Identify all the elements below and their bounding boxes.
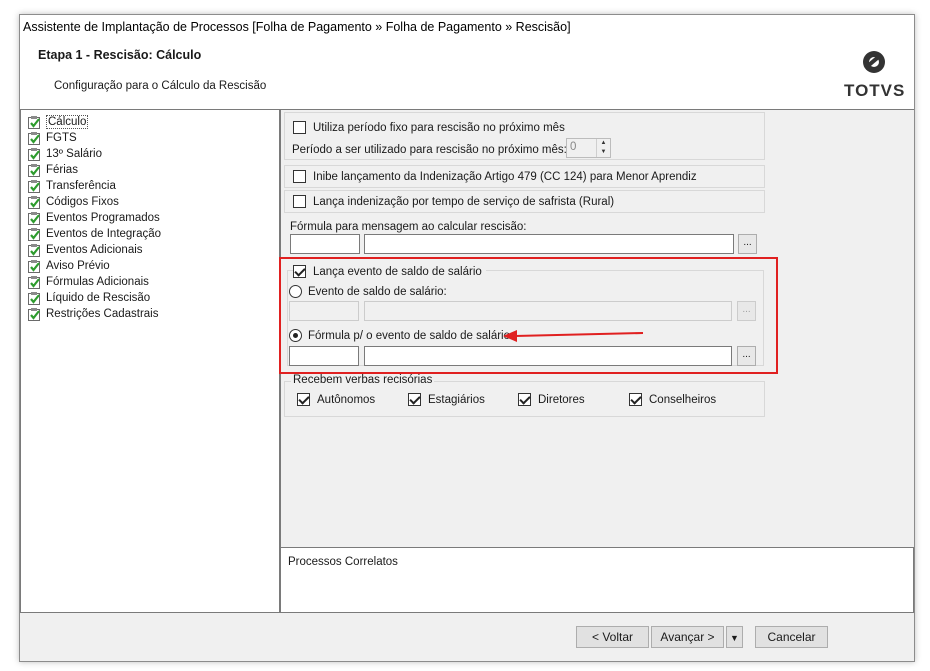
- recebem-checkbox[interactable]: Diretores: [518, 393, 585, 406]
- formula-msg-browse-button[interactable]: ...: [738, 234, 757, 254]
- checklist-icon: [28, 291, 41, 305]
- periodo-fixo-checkbox[interactable]: Utiliza período fixo para rescisão no pr…: [293, 121, 565, 134]
- tree-item-label: Fórmulas Adicionais: [46, 276, 149, 288]
- inibe-checkbox[interactable]: Inibe lançamento da Indenização Artigo 4…: [293, 170, 697, 183]
- tree-item[interactable]: Transferência: [28, 178, 279, 194]
- tree-item[interactable]: Férias: [28, 162, 279, 178]
- next-dropdown-button[interactable]: ▼: [726, 626, 743, 648]
- arrow-down-icon: ▼: [730, 633, 739, 643]
- inibe-box[interactable]: [293, 170, 306, 183]
- tree-item-label: Aviso Prévio: [46, 260, 110, 272]
- checklist-icon: [28, 195, 41, 209]
- checklist-icon: [28, 227, 41, 241]
- tree-item[interactable]: Códigos Fixos: [28, 194, 279, 210]
- tree-item-label: Cálculo: [46, 115, 89, 129]
- cancel-button[interactable]: Cancelar: [755, 626, 828, 648]
- tree-item[interactable]: 13º Salário: [28, 146, 279, 162]
- step-subtitle: Configuração para o Cálculo da Rescisão: [54, 80, 267, 92]
- tree-item[interactable]: FGTS: [28, 130, 279, 146]
- spinner-buttons[interactable]: ▲ ▼: [596, 139, 610, 157]
- tree-item-label: FGTS: [46, 132, 77, 144]
- step-title: Etapa 1 - Rescisão: Cálculo: [38, 48, 202, 62]
- tree-item-label: Férias: [46, 164, 78, 176]
- checklist-icon: [28, 275, 41, 289]
- formula-msg-desc-input[interactable]: [364, 234, 734, 254]
- recebem-checkbox[interactable]: Conselheiros: [629, 393, 716, 406]
- totvs-logo: TOTVS: [844, 49, 904, 101]
- wizard-header: Etapa 1 - Rescisão: Cálculo Configuração…: [20, 41, 914, 110]
- tree-item[interactable]: Restrições Cadastrais: [28, 306, 279, 322]
- spin-down-icon[interactable]: ▼: [597, 148, 610, 157]
- checklist-icon: [28, 147, 41, 161]
- checklist-icon: [28, 307, 41, 321]
- checklist-icon: [28, 179, 41, 193]
- recebem-checkbox-box[interactable]: [408, 393, 421, 406]
- recebem-legend: Recebem verbas recisórias: [291, 374, 435, 386]
- periodo-spinner[interactable]: 0 ▲ ▼: [566, 138, 611, 158]
- periodo-fixo-label: Utiliza período fixo para rescisão no pr…: [313, 121, 565, 134]
- tree-item[interactable]: Eventos Adicionais: [28, 242, 279, 258]
- safrista-label: Lança indenização por tempo de serviço d…: [313, 195, 615, 208]
- periodo-fixo-box[interactable]: [293, 121, 306, 134]
- checklist-icon: [28, 211, 41, 225]
- tree-item[interactable]: Eventos Programados: [28, 210, 279, 226]
- highlight-box: [279, 257, 778, 374]
- checklist-icon: [28, 131, 41, 145]
- next-button[interactable]: Avançar >: [651, 626, 724, 648]
- related-processes-panel: Processos Correlatos: [280, 547, 914, 613]
- checklist-icon: [28, 163, 41, 177]
- tree-item-label: Códigos Fixos: [46, 196, 119, 208]
- steps-tree: Cálculo FGTS 13º Salário Férias Transferênci…: [20, 109, 280, 613]
- periodo-label: Período a ser utilizado para rescisão no…: [292, 144, 567, 156]
- totvs-logo-icon: [863, 51, 885, 73]
- recebem-checkbox-label: Autônomos: [317, 393, 376, 406]
- tree-item[interactable]: Líquido de Rescisão: [28, 290, 279, 306]
- window-title: Assistente de Implantação de Processos […: [20, 15, 914, 41]
- recebem-checkbox-box[interactable]: [629, 393, 642, 406]
- logo-text: TOTVS: [844, 81, 906, 100]
- checklist-icon: [28, 115, 41, 129]
- steps-tree-list: Cálculo FGTS 13º Salário Férias Transferênci…: [28, 114, 279, 322]
- tree-item-label: Eventos Adicionais: [46, 244, 143, 256]
- tree-item[interactable]: Fórmulas Adicionais: [28, 274, 279, 290]
- form-panel: Utiliza período fixo para rescisão no pr…: [279, 109, 914, 547]
- checklist-icon: [28, 259, 41, 273]
- formula-msg-label: Fórmula para mensagem ao calcular rescis…: [290, 221, 527, 233]
- tree-item[interactable]: Aviso Prévio: [28, 258, 279, 274]
- tree-item-label: Eventos de Integração: [46, 228, 162, 240]
- spin-up-icon[interactable]: ▲: [597, 139, 610, 148]
- recebem-checkbox-label: Estagiários: [428, 393, 485, 406]
- tree-item-label: Líquido de Rescisão: [46, 292, 151, 304]
- tree-item[interactable]: Cálculo: [28, 114, 279, 130]
- tree-item-label: 13º Salário: [46, 148, 102, 160]
- recebem-checkbox-label: Conselheiros: [649, 393, 717, 406]
- wizard-window: Assistente de Implantação de Processos […: [19, 14, 915, 662]
- periodo-value: 0: [570, 141, 577, 153]
- back-button[interactable]: < Voltar: [576, 626, 649, 648]
- tree-item[interactable]: Eventos de Integração: [28, 226, 279, 242]
- tree-item-label: Eventos Programados: [46, 212, 160, 224]
- recebem-checkbox-box[interactable]: [518, 393, 531, 406]
- safrista-checkbox[interactable]: Lança indenização por tempo de serviço d…: [293, 195, 614, 208]
- checklist-icon: [28, 243, 41, 257]
- tree-item-label: Transferência: [46, 180, 116, 192]
- recebem-checkbox-label: Diretores: [538, 393, 585, 406]
- recebem-checkbox-box[interactable]: [297, 393, 310, 406]
- formula-msg-code-input[interactable]: [290, 234, 360, 254]
- recebem-checkbox[interactable]: Estagiários: [408, 393, 485, 406]
- recebem-checkbox[interactable]: Autônomos: [297, 393, 375, 406]
- inibe-label: Inibe lançamento da Indenização Artigo 4…: [313, 170, 697, 183]
- safrista-box[interactable]: [293, 195, 306, 208]
- related-processes-label: Processos Correlatos: [288, 556, 398, 568]
- tree-item-label: Restrições Cadastrais: [46, 308, 159, 320]
